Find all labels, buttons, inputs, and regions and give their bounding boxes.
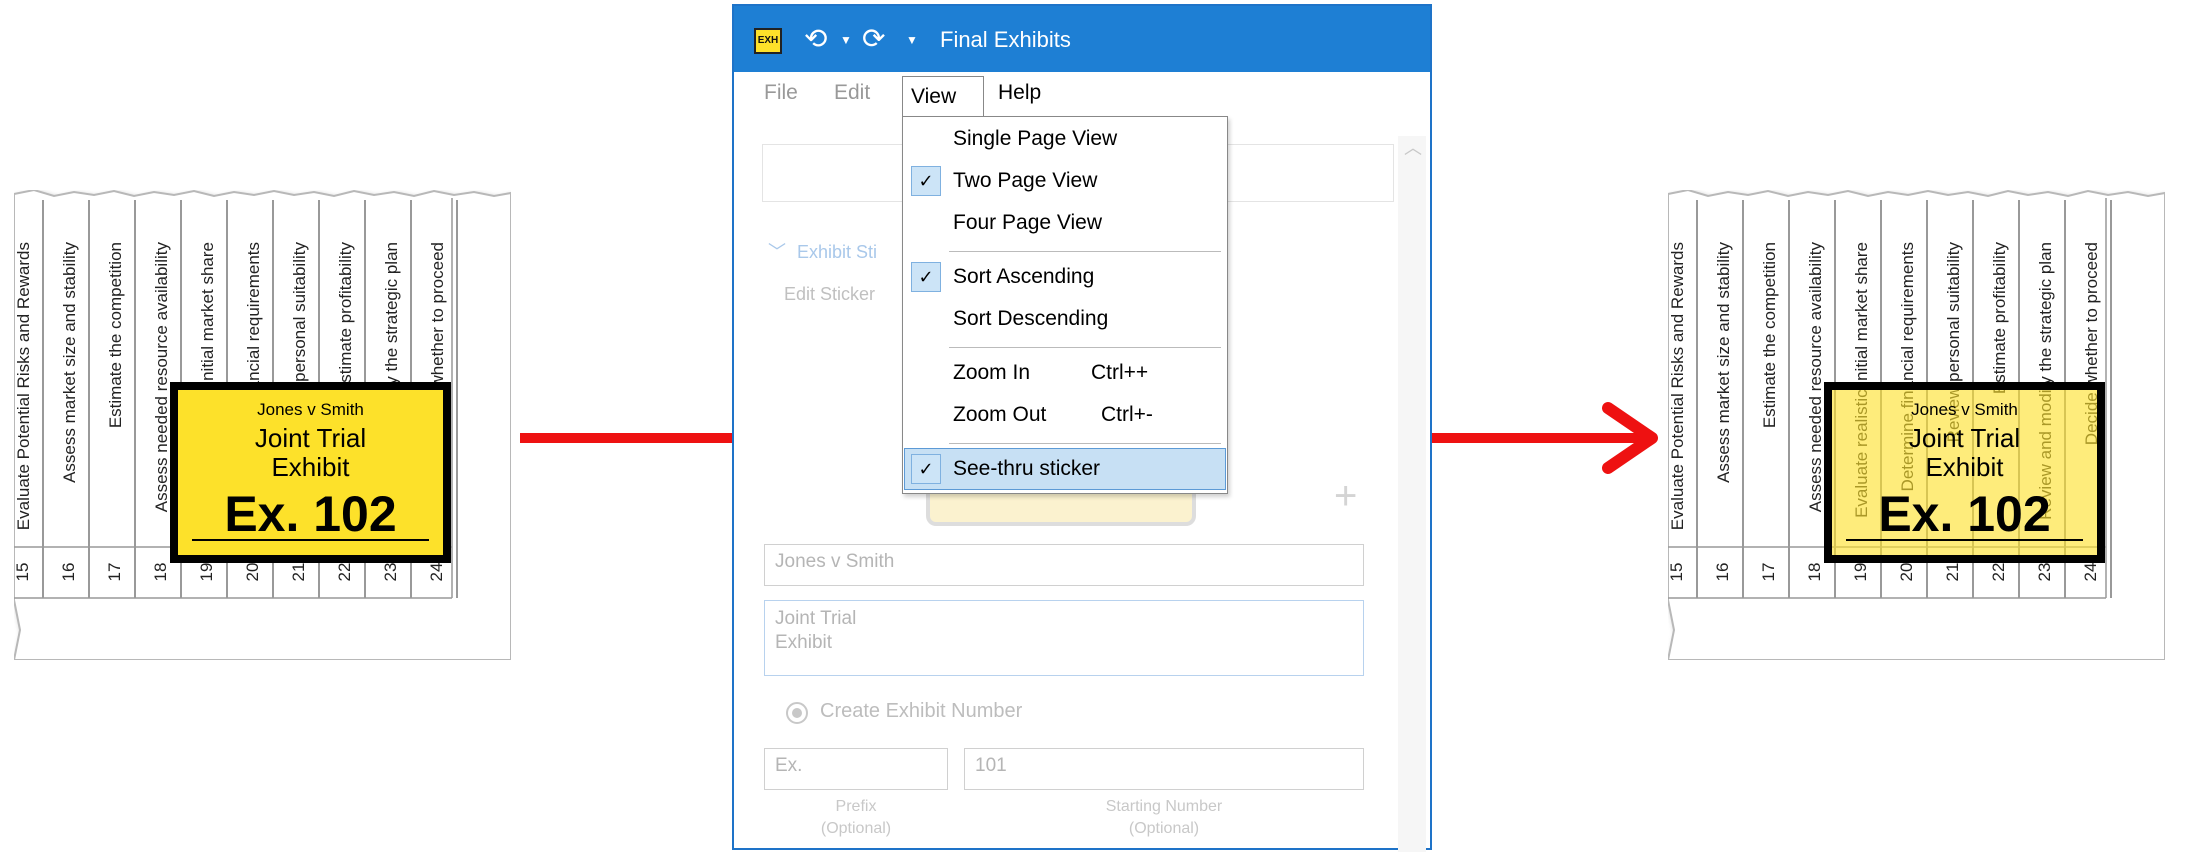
menu-view-label: View xyxy=(911,85,957,108)
document-after: Evaluate Potential Risks and Rewards 15 As… xyxy=(1667,190,2165,660)
sticker-number: Ex. 102 xyxy=(1878,486,2051,542)
scrollbar[interactable] xyxy=(1398,136,1426,852)
sticker-underline xyxy=(192,539,429,541)
section-exhibit-sticker[interactable]: ﹀ Exhibit Sti xyxy=(768,238,877,264)
menu-item-label: Zoom Out xyxy=(953,403,1047,426)
menu-item-label: Sort Ascending xyxy=(953,265,1095,288)
menu-item-four-page-view[interactable]: Four Page View xyxy=(905,203,1225,243)
row-divider xyxy=(42,200,44,598)
menu-item-shortcut: Ctrl+- xyxy=(1101,403,1153,426)
document-before: Evaluate Potential Risks and Rewards 15 As… xyxy=(13,190,511,660)
menu-item-label: See-thru sticker xyxy=(953,457,1101,480)
row-divider xyxy=(1788,200,1790,598)
row-number: 15 xyxy=(13,562,32,582)
checkmark-icon: ✓ xyxy=(911,262,941,292)
checkmark-icon: ✓ xyxy=(911,166,941,196)
starting-number-caption: Starting Number (Optional) xyxy=(1105,798,1223,837)
row-label: Assess market size and stability xyxy=(60,242,79,483)
section-title: Exhibit Sti xyxy=(797,242,878,262)
menu-separator xyxy=(949,251,1221,252)
sticker-case: Jones v Smith xyxy=(257,400,364,419)
menu-item-sort-descending[interactable]: Sort Descending xyxy=(905,299,1225,339)
row-divider xyxy=(134,200,136,598)
menu-separator xyxy=(949,443,1221,444)
row-label: Estimate the competition xyxy=(106,242,125,429)
row-label: Estimate the competition xyxy=(1760,242,1779,429)
row-number: 16 xyxy=(59,562,78,582)
menu-item-single-page-view[interactable]: Single Page View xyxy=(905,119,1225,159)
row-label: Assess market size and stability xyxy=(1714,242,1733,483)
row-number: 17 xyxy=(1759,562,1778,582)
prefix-caption: Prefix (Optional) xyxy=(820,798,892,837)
menu-item-label: Zoom In xyxy=(953,361,1031,384)
prefix-field[interactable]: Ex. xyxy=(764,748,948,790)
window-title: Final Exhibits xyxy=(940,27,1071,52)
menu-file[interactable]: File xyxy=(764,81,798,105)
app-logo-icon: EXH xyxy=(754,28,782,54)
case-name-field[interactable]: Jones v Smith xyxy=(764,544,1364,586)
row-label: Evaluate Potential Risks and Rewards xyxy=(14,242,33,531)
menu-item-label: Single Page View xyxy=(953,127,1118,150)
app-window: EXH ⟲ ▼ ⟳ ▼ Final Exhibits File Edit Hel… xyxy=(732,4,1432,852)
exhibit-sticker-see-thru: Jones v Smith Joint Trial Exhibit Ex. 10… xyxy=(1824,382,2105,563)
sticker-title-1: Joint Trial xyxy=(254,423,367,453)
exhibit-sticker-opaque: Jones v Smith Joint Trial Exhibit Ex. 10… xyxy=(170,382,451,563)
menu-view[interactable]: View xyxy=(902,76,984,118)
row-number: 15 xyxy=(1667,562,1686,582)
sticker-number: Ex. 102 xyxy=(224,486,397,542)
row-number: 18 xyxy=(151,562,170,582)
row-divider xyxy=(1696,200,1698,598)
plus-icon[interactable]: + xyxy=(1334,474,1357,519)
sticker-title-1: Joint Trial xyxy=(1908,423,2021,453)
menu-item-sort-ascending[interactable]: ✓ Sort Ascending xyxy=(905,257,1225,297)
row-divider xyxy=(1742,200,1744,598)
create-number-radio[interactable] xyxy=(786,702,808,724)
menu-item-label: Two Page View xyxy=(953,169,1098,192)
sticker-case: Jones v Smith xyxy=(1911,400,2018,419)
menu-bar: File Edit Help xyxy=(734,72,1430,118)
menu-item-label: Four Page View xyxy=(953,211,1103,234)
arrow-left-line xyxy=(520,433,736,443)
menu-edit[interactable]: Edit xyxy=(834,81,870,105)
edit-sticker-label: Edit Sticker xyxy=(784,284,876,304)
arrow-right-icon xyxy=(1430,402,1658,474)
menu-help[interactable]: Help xyxy=(998,81,1041,105)
starting-number-field[interactable]: 101 xyxy=(964,748,1364,790)
chevron-down-icon: ﹀ xyxy=(768,242,786,262)
sticker-title-2: Exhibit xyxy=(271,452,350,482)
menu-item-label: Sort Descending xyxy=(953,307,1109,330)
exhibit-title-field[interactable]: Joint Trial Exhibit xyxy=(764,600,1364,676)
row-divider xyxy=(2110,200,2112,598)
row-divider xyxy=(456,200,458,598)
undo-icon[interactable]: ⟲ xyxy=(804,22,827,55)
scroll-up-icon[interactable]: ︿ xyxy=(1404,134,1422,160)
menu-item-zoom-out[interactable]: Zoom Out Ctrl+- xyxy=(905,395,1225,435)
sticker-title-2: Exhibit xyxy=(1925,452,2004,482)
row-label: Evaluate Potential Risks and Rewards xyxy=(1668,242,1687,531)
redo-dropdown-icon[interactable]: ▼ xyxy=(906,33,918,47)
create-number-label: Create Exhibit Number xyxy=(820,700,1023,722)
redo-icon[interactable]: ⟳ xyxy=(862,22,885,55)
sticker-underline xyxy=(1846,539,2083,541)
undo-dropdown-icon[interactable]: ▼ xyxy=(840,33,852,47)
view-dropdown-menu: Single Page View ✓ Two Page View Four Pa… xyxy=(902,116,1228,494)
menu-item-see-thru-sticker[interactable]: ✓ See-thru sticker xyxy=(904,448,1226,490)
row-number: 18 xyxy=(1805,562,1824,582)
menu-item-shortcut: Ctrl++ xyxy=(1091,361,1149,384)
row-divider xyxy=(88,200,90,598)
checkmark-icon: ✓ xyxy=(911,454,941,484)
title-bar: EXH ⟲ ▼ ⟳ ▼ Final Exhibits xyxy=(734,6,1430,72)
row-number: 17 xyxy=(105,562,124,582)
menu-item-two-page-view[interactable]: ✓ Two Page View xyxy=(905,161,1225,201)
row-number: 16 xyxy=(1713,562,1732,582)
menu-separator xyxy=(949,347,1221,348)
menu-item-zoom-in[interactable]: Zoom In Ctrl++ xyxy=(905,353,1225,393)
